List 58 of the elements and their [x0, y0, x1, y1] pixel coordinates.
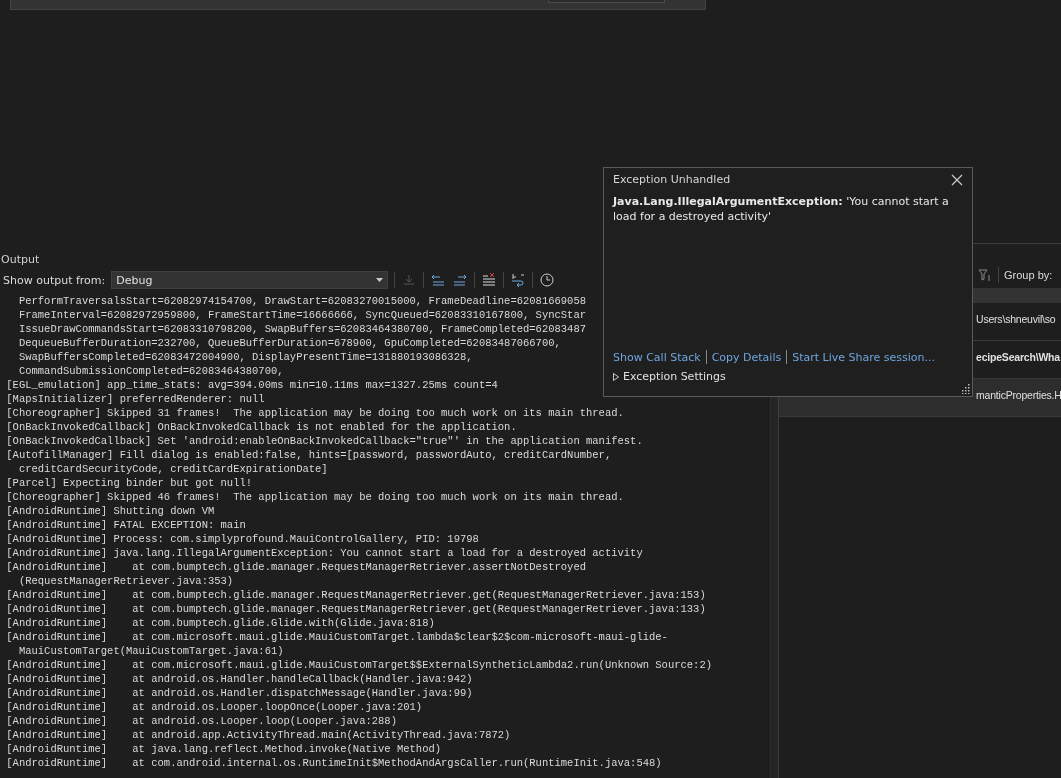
close-icon — [951, 173, 963, 186]
output-line: [AndroidRuntime] at android.os.Looper.loop(Looper.java:288) — [5, 714, 397, 728]
output-line: [AndroidRuntime] at com.bumptech.glide.manager.RequestManagerRetriever.get(RequestManagerRetriever.java:153) — [5, 588, 706, 602]
output-line: [Parcel] Expecting binder but got null! — [5, 476, 253, 490]
output-line: (RequestManagerRetriever.java:353) — [17, 574, 234, 588]
panel-title: Output — [0, 252, 41, 268]
output-line: SwapBuffersCompleted=62083472004900, DisplayPresentTime=131880193086328, — [17, 350, 473, 364]
output-line: [AndroidRuntime] at com.bumptech.glide.Glide.with(Glide.java:818) — [5, 616, 435, 630]
output-line: [EGL_emulation] app_time_stats: avg=394.00ms min=10.11ms max=1327.25ms count=4 — [5, 378, 498, 392]
output-line: [AndroidRuntime] at com.bumptech.glide.manager.RequestManagerRetriever.get(RequestManagerRetriever.java:133) — [5, 602, 706, 616]
next-message-icon[interactable] — [452, 272, 469, 288]
dialog-link[interactable]: Start Live Share session... — [792, 350, 935, 364]
dialog-title: Exception Unhandled — [613, 173, 731, 186]
output-line: [AndroidRuntime] FATAL EXCEPTION: main — [5, 518, 246, 532]
exception-message: Java.Lang.IllegalArgumentException: 'You cannot start a load for a destroyed activity' — [613, 194, 950, 224]
output-line: [AndroidRuntime] at android.os.Handler.dispatchMessage(Handler.java:99) — [5, 686, 473, 700]
row-text: manticProperties.H — [976, 389, 1061, 401]
output-line: [AndroidRuntime] at com.microsoft.maui.glide.MauiCustomTarget.lambda$clear$2$com-microsoft-maui-glide- — [5, 630, 668, 644]
output-line: [MapsInitializer] preferredRenderer: null — [5, 392, 265, 406]
dialog-link[interactable]: Copy Details — [711, 350, 782, 364]
output-line: FrameInterval=62082972959800, FrameStartTime=16666666, SyncQueued=62083310167800, SyncStar — [17, 308, 586, 322]
output-line: DequeueBufferDuration=232700, QueueBufferDuration=678900, GpuCompleted=62083487066700, — [17, 336, 561, 350]
clear-all-icon[interactable] — [481, 272, 498, 288]
exception-settings-toggle[interactable]: Exception Settings — [613, 370, 726, 383]
output-line: [OnBackInvokedCallback] OnBackInvokedCallback is not enabled for the application. — [5, 420, 517, 434]
output-line: IssueDrawCommandsStart=62083310798200, SwapBuffers=62083464380700, FrameCompleted=62083487 — [17, 322, 586, 336]
output-line: [AndroidRuntime] java.lang.IllegalArgumentException: You cannot start a load for a destroyed activity — [5, 546, 643, 560]
expander-icon — [613, 372, 619, 381]
output-line: [AndroidRuntime] at java.lang.reflect.Method.invoke(Native Method) — [5, 742, 442, 756]
close-button[interactable] — [951, 173, 963, 186]
output-line: [AutofillManager] Fill dialog is enabled:false, hints=[password, passwordAuto, creditCardNumber, — [5, 448, 612, 462]
filter-icon[interactable] — [977, 267, 993, 283]
row-text: Users\shneuvil\so — [976, 313, 1056, 325]
caret-icon — [376, 278, 384, 282]
dialog-link[interactable]: Show Call Stack — [613, 350, 701, 364]
output-line: CommandSubmissionCompleted=62083464380700, — [17, 364, 284, 378]
group-by-label: Group by: — [1004, 269, 1053, 281]
output-line: [AndroidRuntime] at com.bumptech.glide.manager.RequestManagerRetriever.assertNotDestroyed — [5, 560, 586, 574]
source-dropdown[interactable]: Debug — [111, 271, 389, 289]
resize-grip-icon[interactable] — [960, 384, 970, 394]
output-line: [AndroidRuntime] Process: com.simplyprofound.MauiControlGallery, PID: 19798 — [5, 532, 479, 546]
output-line: [Choreographer] Skipped 31 frames! The application may be doing too much work on its main thread. — [5, 406, 624, 420]
word-wrap-icon[interactable] — [510, 272, 527, 288]
output-line: [AndroidRuntime] at com.microsoft.maui.glide.MauiCustomTarget$$ExternalSyntheticLambda2.run(Unknown Source:2) — [5, 658, 713, 672]
output-line: MauiCustomTarget(MauiCustomTarget.java:61) — [17, 644, 284, 658]
source-label: Show output from: — [3, 273, 106, 287]
output-line: [AndroidRuntime] at com.android.internal.os.RuntimeInit$MethodAndArgsCaller.run(RuntimeInit.java:548) — [5, 756, 662, 770]
previous-message-icon[interactable] — [430, 272, 447, 288]
output-line: [Choreographer] Skipped 46 frames! The application may be doing too much work on its main thread. — [5, 490, 624, 504]
row-text: ecipeSearch\Wha — [976, 351, 1060, 363]
output-line: [OnBackInvokedCallback] Set 'android:enableOnBackInvokedCallback="true"' in the application manifest. — [5, 434, 643, 448]
output-line: [AndroidRuntime] Shutting down VM — [5, 504, 215, 518]
clock-icon[interactable] — [539, 272, 556, 288]
output-line: [AndroidRuntime] at android.os.Looper.loopOnce(Looper.java:201) — [5, 700, 423, 714]
output-line: [AndroidRuntime] at android.app.ActivityThread.main(ActivityThread.java:7872) — [5, 728, 511, 742]
output-line: creditCardSecurityCode, creditCardExpirationDate] — [17, 462, 328, 476]
output-line: PerformTraversalsStart=62082974154700, DrawStart=62083270015000, FrameDeadline=62081669058 — [17, 294, 586, 308]
output-line: [AndroidRuntime] at android.os.Handler.handleCallback(Handler.java:942) — [5, 672, 473, 686]
